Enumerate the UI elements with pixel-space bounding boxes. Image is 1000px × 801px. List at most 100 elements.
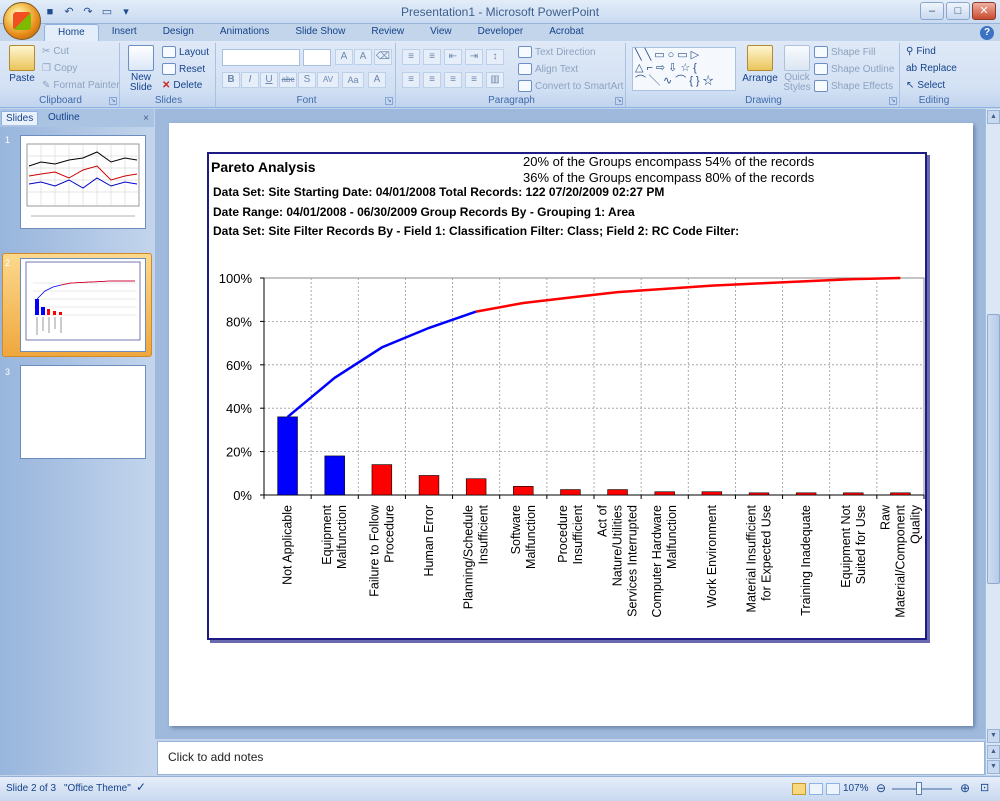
help-icon[interactable]: ? <box>980 26 994 40</box>
next-slide-icon[interactable]: ▼ <box>987 760 1000 774</box>
bar <box>607 489 628 496</box>
align-left-icon[interactable]: ≡ <box>402 72 420 88</box>
char-spacing-button[interactable]: AV <box>317 72 339 88</box>
y-tick-label: 0% <box>233 488 252 503</box>
columns-icon[interactable]: ▥ <box>486 72 504 88</box>
select-icon: ↖ <box>906 80 915 91</box>
align-text-button[interactable]: Align Text <box>518 63 578 75</box>
bold-button[interactable]: B <box>222 72 240 88</box>
tab-developer[interactable]: Developer <box>465 24 537 41</box>
shape-fill-button[interactable]: Shape Fill <box>814 46 875 58</box>
shapes-gallery[interactable]: ╲╲▭○▭▷ △⌐⇨⇩☆{⌒╲∿⌒{}☆ <box>632 47 736 91</box>
slide-thumbnail-2[interactable] <box>20 258 146 352</box>
slide-show-icon[interactable] <box>826 783 840 795</box>
bullets-icon[interactable]: ≡ <box>402 49 420 65</box>
previous-slide-icon[interactable]: ▲ <box>987 745 1000 759</box>
close-button[interactable]: ✕ <box>972 2 996 20</box>
numbering-icon[interactable]: ≡ <box>423 49 441 65</box>
replace-button[interactable]: ab Replace <box>906 63 957 74</box>
copy-button[interactable]: ❐ Copy <box>42 63 77 74</box>
office-button[interactable] <box>3 2 41 40</box>
slide-sorter-icon[interactable] <box>809 783 823 795</box>
font-color-icon[interactable]: A <box>368 72 386 88</box>
format-painter-button[interactable]: ✎ Format Painter <box>42 80 120 91</box>
slide-thumbnail-3[interactable] <box>20 365 146 459</box>
cut-button[interactable]: ✂ Cut <box>42 46 69 57</box>
vertical-scrollbar[interactable]: ▲ ▼ ▲ ▼ <box>985 109 1000 775</box>
tab-view[interactable]: View <box>417 24 465 41</box>
zoom-level[interactable]: 107% <box>843 783 869 794</box>
pareto-chart-object[interactable]: Pareto Analysis 20% of the Groups encomp… <box>207 152 927 640</box>
arrange-button[interactable]: Arrange <box>742 45 778 84</box>
italic-button[interactable]: I <box>241 72 259 88</box>
layout-button[interactable]: Layout <box>162 46 209 58</box>
quick-styles-button[interactable]: Quick Styles <box>780 45 814 93</box>
grow-font-icon[interactable]: A <box>335 49 353 65</box>
shadow-button[interactable]: S <box>298 72 316 88</box>
find-button[interactable]: ⚲ Find <box>906 46 936 57</box>
slide-editor: Pareto Analysis 20% of the Groups encomp… <box>155 109 985 739</box>
justify-icon[interactable]: ≡ <box>465 72 483 88</box>
align-right-icon[interactable]: ≡ <box>444 72 462 88</box>
clipboard-group: Paste ✂ Cut ❐ Copy ✎ Format Painter Clipboa… <box>2 43 120 107</box>
font-family-combo[interactable] <box>222 49 300 66</box>
x-tick-label: Procedure <box>382 505 396 563</box>
theme-name[interactable]: "Office Theme" <box>64 783 131 794</box>
font-launcher-icon[interactable]: ↘ <box>385 97 393 105</box>
window-title: Presentation1 - Microsoft PowerPoint <box>400 5 600 19</box>
strikethrough-button[interactable]: abc <box>279 72 297 88</box>
tab-home[interactable]: Home <box>44 24 99 41</box>
select-button[interactable]: ↖ Select <box>906 80 945 91</box>
drawing-launcher-icon[interactable]: ↘ <box>889 97 897 105</box>
shape-effects-button[interactable]: Shape Effects <box>814 80 893 92</box>
font-size-combo[interactable] <box>303 49 331 66</box>
clear-format-icon[interactable]: ⌫ <box>374 49 392 65</box>
tab-acrobat[interactable]: Acrobat <box>536 24 596 41</box>
zoom-slider[interactable] <box>892 788 952 790</box>
bar <box>890 492 911 496</box>
slide-thumbnail-1[interactable] <box>20 135 146 229</box>
line-spacing-icon[interactable]: ↕ <box>486 49 504 65</box>
slide-canvas[interactable]: Pareto Analysis 20% of the Groups encomp… <box>169 123 973 726</box>
convert-smartart-button[interactable]: Convert to SmartArt <box>518 80 623 92</box>
scroll-up-icon[interactable]: ▲ <box>987 110 1000 124</box>
change-case-button[interactable]: Aa <box>342 72 364 88</box>
drawing-label: Drawing <box>745 95 782 106</box>
text-direction-button[interactable]: Text Direction <box>518 46 596 58</box>
minimize-button[interactable]: – <box>920 2 944 20</box>
paragraph-launcher-icon[interactable]: ↘ <box>615 97 623 105</box>
shrink-font-icon[interactable]: A <box>354 49 372 65</box>
fit-to-window-icon[interactable]: ⊡ <box>980 781 989 794</box>
tab-review[interactable]: Review <box>358 24 417 41</box>
zoom-in-icon[interactable]: ⊕ <box>960 781 970 795</box>
scroll-down-icon[interactable]: ▼ <box>987 729 1000 743</box>
normal-view-icon[interactable] <box>792 783 806 795</box>
align-center-icon[interactable]: ≡ <box>423 72 441 88</box>
zoom-slider-thumb[interactable] <box>916 782 922 795</box>
tab-insert[interactable]: Insert <box>99 24 150 41</box>
scroll-thumb[interactable] <box>987 314 1000 584</box>
shape-outline-button[interactable]: Shape Outline <box>814 63 894 75</box>
increase-indent-icon[interactable]: ⇥ <box>465 49 483 65</box>
tab-slides[interactable]: Slides <box>1 111 39 125</box>
tab-animations[interactable]: Animations <box>207 24 282 41</box>
effects-icon <box>814 80 828 92</box>
decrease-indent-icon[interactable]: ⇤ <box>444 49 462 65</box>
reset-button[interactable]: Reset <box>162 63 205 75</box>
close-pane-icon[interactable]: × <box>143 113 149 124</box>
paste-button[interactable]: Paste <box>6 45 38 84</box>
spell-check-icon[interactable]: ✓ <box>136 780 146 794</box>
brush-icon: ✎ <box>42 80 51 91</box>
new-slide-button[interactable]: New Slide <box>126 45 156 93</box>
clipboard-launcher-icon[interactable]: ↘ <box>109 97 117 105</box>
zoom-out-icon[interactable]: ⊖ <box>876 781 886 795</box>
tab-design[interactable]: Design <box>150 24 207 41</box>
tab-outline[interactable]: Outline <box>44 111 84 125</box>
underline-button[interactable]: U <box>260 72 278 88</box>
notes-pane[interactable]: Click to add notes <box>157 741 985 775</box>
status-bar: Slide 2 of 3 "Office Theme" ✓ 107% ⊖ ⊕ ⊡ <box>0 776 1000 801</box>
maximize-button[interactable]: □ <box>946 2 970 20</box>
delete-slide-button[interactable]: ✕ Delete <box>162 80 202 91</box>
tab-slide-show[interactable]: Slide Show <box>282 24 358 41</box>
x-tick-label: Procedure <box>556 505 570 563</box>
